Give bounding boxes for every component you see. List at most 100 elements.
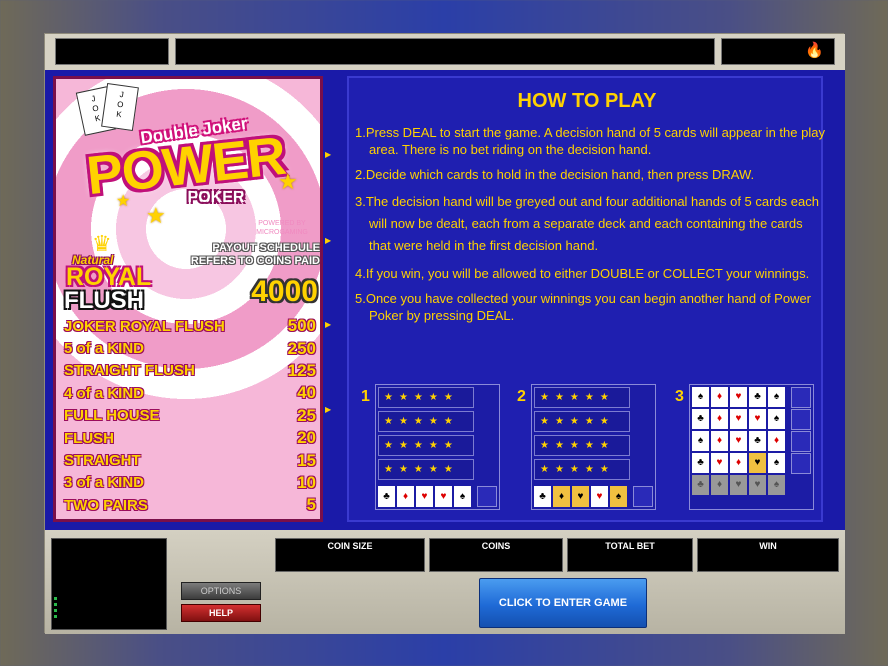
decision-hand: ♣ ♦ ♥ ♥ ♠ bbox=[534, 486, 627, 507]
heart-card-icon: ♥ bbox=[730, 409, 747, 429]
hand-payout: 125 bbox=[287, 360, 316, 380]
win-meter: WIN bbox=[697, 538, 839, 572]
hand-placeholder: ★★★★★ bbox=[534, 459, 630, 480]
coin-size-meter: COIN SIZE bbox=[275, 538, 425, 572]
diamond-card-icon: ♦ bbox=[711, 409, 728, 429]
diamond-card-icon: ♦ bbox=[711, 387, 728, 407]
held-card-icon: ♠ bbox=[610, 486, 627, 507]
led-indicator bbox=[54, 609, 57, 612]
hand-name: FLUSH bbox=[64, 429, 114, 447]
hand-payout: 5 bbox=[306, 495, 316, 515]
hand-payout: 250 bbox=[287, 338, 316, 358]
led-indicator bbox=[54, 603, 57, 606]
hand-name: FULL HOUSE bbox=[64, 407, 160, 425]
instruction-step: 5.Once you have collected your winnings … bbox=[355, 291, 812, 323]
hand-name: STRAIGHT bbox=[64, 452, 141, 470]
heart-card-icon: ♥ bbox=[749, 409, 766, 429]
info-display bbox=[51, 538, 167, 630]
side-indicator bbox=[791, 453, 811, 474]
club-card-icon: ♣ bbox=[692, 409, 709, 429]
side-indicator bbox=[633, 486, 653, 507]
diagram-box: ★★★★★ ★★★★★ ★★★★★ ★★★★★ ♣ ♦ ♥ ♥ ♠ bbox=[375, 384, 500, 510]
hand-payout: 25 bbox=[297, 405, 316, 425]
arrow-marker-icon: ▶ bbox=[325, 150, 332, 159]
hand-payout: 500 bbox=[287, 316, 316, 336]
joker-card-icon: JOK bbox=[101, 82, 139, 132]
club-card-icon: ♣ bbox=[749, 431, 766, 451]
paytable-row: STRAIGHT FLUSH 125 bbox=[64, 360, 316, 382]
flame-icon: 🔥 bbox=[805, 42, 824, 59]
greyed-card-icon: ♣ bbox=[692, 475, 709, 495]
heart-card-icon: ♥ bbox=[730, 387, 747, 407]
game-machine: 🔥 JOK JOK Double Joker POWER POKER ★ ★ ★… bbox=[44, 33, 845, 634]
arrow-marker-icon: ▶ bbox=[325, 320, 332, 329]
paytable-panel: JOK JOK Double Joker POWER POKER ★ ★ ★ P… bbox=[53, 76, 323, 522]
diagram-number: 1 bbox=[361, 388, 370, 405]
paytable-row: JOKER ROYAL FLUSH 500 bbox=[64, 315, 316, 337]
hand-payout: 20 bbox=[297, 428, 316, 448]
diamond-card-icon: ♦ bbox=[730, 453, 747, 473]
help-button[interactable]: HELP bbox=[181, 604, 261, 622]
instruction-step: 4.If you win, you will be allowed to eit… bbox=[355, 266, 810, 281]
how-to-play-title: HOW TO PLAY bbox=[517, 90, 657, 112]
side-indicator bbox=[791, 409, 811, 430]
instruction-steps: 1.Press DEAL to start the game. A decisi… bbox=[355, 124, 825, 332]
led-indicator bbox=[54, 615, 57, 618]
club-card-icon: ♣ bbox=[692, 453, 709, 473]
meter-label: COINS bbox=[481, 541, 511, 551]
options-button[interactable]: OPTIONS bbox=[181, 582, 261, 600]
diagram-number: 2 bbox=[517, 388, 526, 405]
meter-label: WIN bbox=[759, 541, 777, 551]
hand-placeholder: ★★★★★ bbox=[534, 411, 630, 432]
spade-card-icon: ♠ bbox=[454, 486, 471, 507]
paytable-row: 3 of a KIND 10 bbox=[64, 472, 316, 494]
logo-poker: POKER bbox=[187, 189, 245, 206]
held-card-icon: ♥ bbox=[749, 453, 766, 473]
diamond-card-icon: ♦ bbox=[711, 431, 728, 451]
royal-flush-payout: 4000 bbox=[251, 275, 318, 308]
paytable-row: TWO PAIRS 5 bbox=[64, 494, 316, 516]
top-display-right: 🔥 bbox=[721, 38, 835, 65]
paytable-row: FLUSH 20 bbox=[64, 427, 316, 449]
paytable-row: 5 of a KIND 250 bbox=[64, 337, 316, 359]
instruction-step: 1.Press DEAL to start the game. A decisi… bbox=[355, 125, 825, 157]
star-icon: ★ bbox=[278, 169, 298, 194]
instruction-step: 3.The decision hand will be greyed out a… bbox=[355, 194, 819, 253]
diamond-card-icon: ♦ bbox=[768, 431, 785, 451]
club-card-icon: ♣ bbox=[749, 387, 766, 407]
diamond-card-icon: ♦ bbox=[397, 486, 414, 507]
star-icon: ★ bbox=[116, 193, 131, 210]
hand-placeholder: ★★★★★ bbox=[378, 411, 474, 432]
star-icon: ★ bbox=[146, 203, 166, 228]
paytable-row: FULL HOUSE 25 bbox=[64, 405, 316, 427]
spade-card-icon: ♠ bbox=[768, 453, 785, 473]
hand-name: STRAIGHT FLUSH bbox=[64, 362, 195, 380]
control-panel: OPTIONS HELP COIN SIZE COINS TOTAL BET W… bbox=[45, 530, 845, 634]
instruction-step: 2.Decide which cards to hold in the deci… bbox=[355, 167, 755, 182]
paytable-rows: JOKER ROYAL FLUSH 500 5 of a KIND 250 STRA… bbox=[64, 315, 316, 517]
club-card-icon: ♣ bbox=[378, 486, 395, 507]
heart-card-icon: ♥ bbox=[416, 486, 433, 507]
hand-placeholder: ★★★★★ bbox=[378, 435, 474, 456]
spade-card-icon: ♠ bbox=[692, 387, 709, 407]
greyed-card-icon: ♥ bbox=[730, 475, 747, 495]
game-area: JOK JOK Double Joker POWER POKER ★ ★ ★ P… bbox=[45, 70, 845, 530]
paytable-row: STRAIGHT 15 bbox=[64, 449, 316, 471]
how-to-play-panel: HOW TO PLAY 1.Press DEAL to start the ga… bbox=[347, 76, 825, 522]
heart-card-icon: ♥ bbox=[591, 486, 608, 507]
enter-game-button[interactable]: CLICK TO ENTER GAME bbox=[479, 578, 647, 628]
hand-name: 4 of a KIND bbox=[64, 384, 145, 402]
side-indicator bbox=[791, 431, 811, 452]
greyed-card-icon: ♥ bbox=[749, 475, 766, 495]
top-bar: 🔥 bbox=[45, 34, 845, 70]
flush-label: FLUSH bbox=[64, 287, 144, 314]
hand-placeholder: ★★★★★ bbox=[378, 459, 474, 480]
heart-card-icon: ♥ bbox=[711, 453, 728, 473]
dealt-hands-grid: ♠ ♦ ♥ ♣ ♠ ♣ ♦ ♥ ♥ ♠ ♠ ♦ ♥ ♣ ♦ ♣ ♥ ♦ ♥ ♠ … bbox=[692, 387, 785, 495]
top-display-left bbox=[55, 38, 169, 65]
coins-meter: COINS bbox=[429, 538, 563, 572]
payout-schedule-note: PAYOUT SCHEDULE REFERS TO COINS PAID bbox=[190, 242, 320, 267]
spade-card-icon: ♠ bbox=[768, 409, 785, 429]
meter-label: TOTAL BET bbox=[605, 541, 655, 551]
hand-payout: 40 bbox=[297, 383, 316, 403]
